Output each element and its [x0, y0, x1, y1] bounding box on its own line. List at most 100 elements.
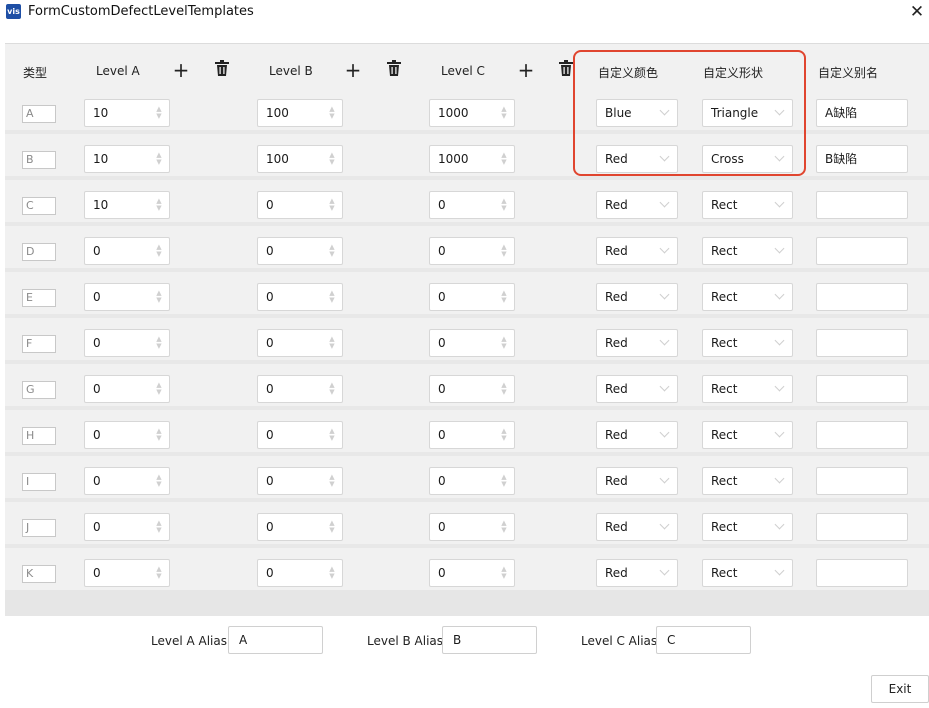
level-a-input[interactable]: 10 ▲ ▼ — [84, 145, 170, 173]
add-level-a-plus-icon[interactable]: + — [171, 60, 191, 80]
chevron-down-icon — [774, 381, 785, 392]
level-a-alias-label: Level A Alias: — [151, 634, 232, 648]
level-c-input[interactable]: 0 ▲ ▼ — [429, 237, 515, 265]
level-a-alias-input[interactable]: A — [228, 626, 323, 654]
shape-select[interactable]: Rect — [702, 237, 793, 265]
level-c-input[interactable]: 0 ▲ ▼ — [429, 191, 515, 219]
level-b-input[interactable]: 0 ▲ ▼ — [257, 421, 343, 449]
alias-input[interactable] — [816, 329, 908, 357]
shape-select[interactable]: Rect — [702, 559, 793, 587]
level-b-input[interactable]: 0 ▲ ▼ — [257, 191, 343, 219]
level-a-input[interactable]: 0 ▲ ▼ — [84, 467, 170, 495]
shape-select[interactable]: Rect — [702, 329, 793, 357]
title-bar: vis FormCustomDefectLevelTemplates ✕ — [0, 0, 929, 28]
level-b-input[interactable]: 0 ▲ ▼ — [257, 467, 343, 495]
alias-input[interactable]: A缺陷 — [816, 99, 908, 127]
shape-select[interactable]: Rect — [702, 191, 793, 219]
header-custom-alias: 自定义别名 — [818, 66, 879, 80]
level-c-input[interactable]: 0 ▲ ▼ — [429, 421, 515, 449]
color-select[interactable]: Red — [596, 421, 678, 449]
row-divider — [5, 314, 929, 318]
level-b-input[interactable]: 0 ▲ ▼ — [257, 237, 343, 265]
row-type-cell[interactable]: H — [22, 427, 56, 445]
alias-input[interactable] — [816, 237, 908, 265]
spinner-icon: ▲ ▼ — [156, 105, 162, 120]
row-type-cell[interactable]: J — [22, 519, 56, 537]
alias-input[interactable] — [816, 559, 908, 587]
spinner-icon: ▲ ▼ — [501, 289, 507, 304]
row-type-cell[interactable]: B — [22, 151, 56, 169]
spinner-icon: ▲ ▼ — [329, 473, 335, 488]
level-c-input[interactable]: 0 ▲ ▼ — [429, 375, 515, 403]
shape-select[interactable]: Rect — [702, 513, 793, 541]
level-a-input[interactable]: 0 ▲ ▼ — [84, 513, 170, 541]
spinner-icon: ▲ ▼ — [501, 105, 507, 120]
shape-select[interactable]: Rect — [702, 467, 793, 495]
level-a-input[interactable]: 0 ▲ ▼ — [84, 375, 170, 403]
row-type-cell[interactable]: D — [22, 243, 56, 261]
shape-select[interactable]: Rect — [702, 375, 793, 403]
level-c-alias-input[interactable]: C — [656, 626, 751, 654]
color-select[interactable]: Red — [596, 191, 678, 219]
row-type-cell[interactable]: E — [22, 289, 56, 307]
table-row: C 10 ▲ ▼ 0 ▲ ▼ 0 ▲ ▼ Red Rect — [5, 182, 929, 226]
level-c-input[interactable]: 0 ▲ ▼ — [429, 559, 515, 587]
alias-input[interactable] — [816, 513, 908, 541]
level-c-input[interactable]: 0 ▲ ▼ — [429, 513, 515, 541]
color-select[interactable]: Red — [596, 513, 678, 541]
alias-input[interactable]: B缺陷 — [816, 145, 908, 173]
level-c-input[interactable]: 0 ▲ ▼ — [429, 283, 515, 311]
level-a-input[interactable]: 10 ▲ ▼ — [84, 99, 170, 127]
spinner-icon: ▲ ▼ — [501, 243, 507, 258]
row-type-cell[interactable]: I — [22, 473, 56, 491]
level-b-input[interactable]: 0 ▲ ▼ — [257, 513, 343, 541]
level-c-input[interactable]: 1000 ▲ ▼ — [429, 99, 515, 127]
alias-input[interactable] — [816, 283, 908, 311]
row-type-cell[interactable]: F — [22, 335, 56, 353]
spinner-icon: ▲ ▼ — [501, 519, 507, 534]
chevron-down-icon — [774, 519, 785, 530]
shape-select[interactable]: Rect — [702, 283, 793, 311]
level-c-input[interactable]: 0 ▲ ▼ — [429, 329, 515, 357]
spinner-icon: ▲ ▼ — [156, 289, 162, 304]
level-a-input[interactable]: 0 ▲ ▼ — [84, 559, 170, 587]
add-level-c-plus-icon[interactable]: + — [516, 60, 536, 80]
add-level-b-plus-icon[interactable]: + — [343, 60, 363, 80]
alias-input[interactable] — [816, 421, 908, 449]
level-b-input[interactable]: 0 ▲ ▼ — [257, 283, 343, 311]
row-type-cell[interactable]: G — [22, 381, 56, 399]
level-a-input[interactable]: 0 ▲ ▼ — [84, 283, 170, 311]
level-b-alias-input[interactable]: B — [442, 626, 537, 654]
level-a-input[interactable]: 0 ▲ ▼ — [84, 329, 170, 357]
level-a-input[interactable]: 0 ▲ ▼ — [84, 421, 170, 449]
level-b-input[interactable]: 100 ▲ ▼ — [257, 99, 343, 127]
level-b-input[interactable]: 0 ▲ ▼ — [257, 559, 343, 587]
color-select[interactable]: Red — [596, 559, 678, 587]
delete-level-b-trash-icon[interactable] — [384, 60, 404, 80]
spinner-icon: ▲ ▼ — [329, 197, 335, 212]
spinner-icon: ▲ ▼ — [329, 427, 335, 442]
color-select[interactable]: Red — [596, 283, 678, 311]
color-select[interactable]: Red — [596, 237, 678, 265]
level-c-input[interactable]: 0 ▲ ▼ — [429, 467, 515, 495]
shape-select[interactable]: Rect — [702, 421, 793, 449]
level-a-input[interactable]: 0 ▲ ▼ — [84, 237, 170, 265]
alias-input[interactable] — [816, 375, 908, 403]
alias-input[interactable] — [816, 191, 908, 219]
alias-input[interactable] — [816, 467, 908, 495]
exit-button[interactable]: Exit — [871, 675, 929, 703]
close-icon[interactable]: ✕ — [906, 1, 928, 23]
color-select[interactable]: Red — [596, 329, 678, 357]
level-b-input[interactable]: 100 ▲ ▼ — [257, 145, 343, 173]
color-select[interactable]: Red — [596, 467, 678, 495]
row-type-cell[interactable]: K — [22, 565, 56, 583]
level-b-input[interactable]: 0 ▲ ▼ — [257, 375, 343, 403]
delete-level-a-trash-icon[interactable] — [212, 60, 232, 80]
spinner-icon: ▲ ▼ — [156, 427, 162, 442]
row-type-cell[interactable]: C — [22, 197, 56, 215]
level-a-input[interactable]: 10 ▲ ▼ — [84, 191, 170, 219]
row-type-cell[interactable]: A — [22, 105, 56, 123]
color-select[interactable]: Red — [596, 375, 678, 403]
level-c-input[interactable]: 1000 ▲ ▼ — [429, 145, 515, 173]
level-b-input[interactable]: 0 ▲ ▼ — [257, 329, 343, 357]
